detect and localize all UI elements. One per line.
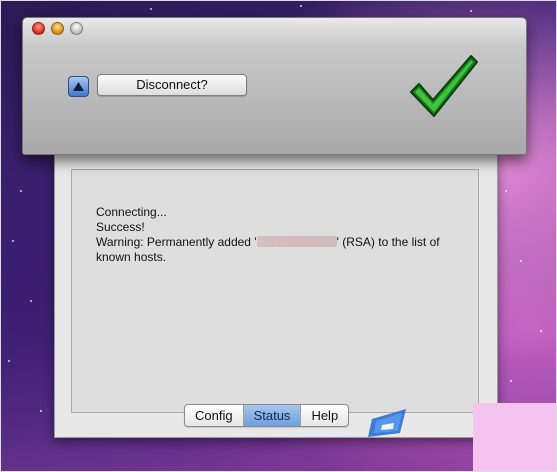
warning-suffix: ' (RSA) to the list of	[336, 235, 440, 249]
log-line-warning: Warning: Permanently added ' ' (RSA) to t…	[96, 235, 456, 250]
toggle-panel-button[interactable]	[68, 76, 89, 97]
tab-config[interactable]: Config	[185, 405, 244, 426]
main-window: Disconnect?	[22, 17, 527, 155]
status-log: Connecting... Success! Warning: Permanen…	[96, 205, 456, 265]
log-line-success: Success!	[96, 220, 145, 234]
watermark-block	[473, 403, 557, 472]
warning-prefix: Warning: Permanently added '	[96, 235, 257, 249]
zoom-button[interactable]	[70, 22, 83, 35]
tab-status[interactable]: Status	[243, 405, 302, 426]
log-line-known-hosts: known hosts.	[96, 250, 167, 264]
tab-bar: Config Status Help	[184, 404, 350, 427]
windows-logo-icon	[368, 409, 406, 437]
log-line-connecting: Connecting...	[96, 205, 167, 219]
close-button[interactable]	[32, 22, 45, 35]
triangle-up-icon	[73, 82, 84, 91]
window-title	[223, 25, 333, 31]
status-log-area: Connecting... Success! Warning: Permanen…	[71, 169, 479, 413]
window-controls	[32, 22, 83, 35]
redacted-host	[256, 236, 337, 247]
minimize-button[interactable]	[51, 22, 64, 35]
tab-help[interactable]: Help	[301, 405, 348, 426]
status-panel: Connecting... Success! Warning: Permanen…	[54, 150, 498, 438]
checkmark-icon	[410, 55, 478, 117]
disconnect-button[interactable]: Disconnect?	[97, 74, 247, 96]
